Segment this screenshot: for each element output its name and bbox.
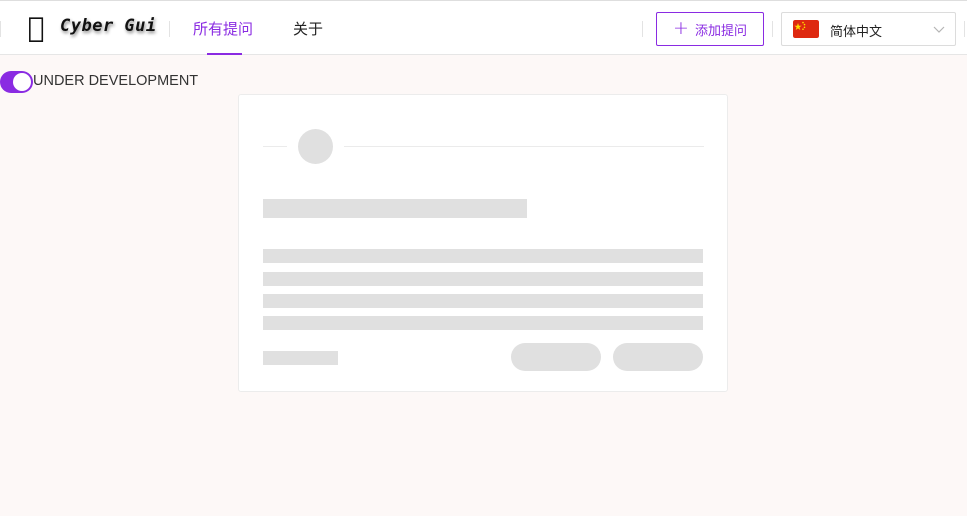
chevron-down-icon — [933, 26, 945, 33]
tab-all-questions[interactable]: 所有提问 — [193, 18, 253, 39]
logo-icon[interactable]: 𠠵 — [20, 11, 52, 45]
skeleton-text-line — [263, 249, 703, 263]
skeleton-button — [511, 343, 601, 371]
right-divider — [964, 21, 965, 37]
skeleton-text-line — [263, 316, 703, 330]
cn-flag-icon — [793, 20, 819, 38]
question-card-skeleton — [238, 94, 728, 392]
tab-about[interactable]: 关于 — [293, 18, 323, 39]
skeleton-title — [263, 199, 527, 218]
skeleton-divider-left — [263, 146, 287, 147]
add-question-button[interactable]: + 添加提问 — [656, 12, 764, 46]
logo-divider — [169, 21, 170, 37]
development-status-label: UNDER DEVELOPMENT — [33, 73, 199, 89]
lang-divider — [772, 21, 773, 37]
actions-divider — [642, 21, 643, 37]
skeleton-divider-right — [344, 146, 704, 147]
left-divider — [0, 21, 1, 37]
top-navigation-bar: 𠠵 Cyber Gui 所有提问 关于 + 添加提问 简体中文 — [0, 0, 967, 55]
skeleton-avatar — [298, 129, 333, 164]
toggle-knob — [13, 73, 31, 91]
active-tab-indicator — [207, 53, 242, 55]
app-name[interactable]: Cyber Gui — [60, 16, 157, 36]
language-select[interactable]: 简体中文 — [781, 12, 956, 46]
language-label: 简体中文 — [830, 25, 883, 40]
skeleton-button — [613, 343, 703, 371]
skeleton-meta — [263, 351, 338, 365]
plus-icon: + — [673, 16, 689, 39]
add-question-label: 添加提问 — [694, 23, 747, 39]
skeleton-text-line — [263, 294, 703, 308]
development-toggle[interactable] — [0, 71, 33, 93]
skeleton-text-line — [263, 272, 703, 286]
